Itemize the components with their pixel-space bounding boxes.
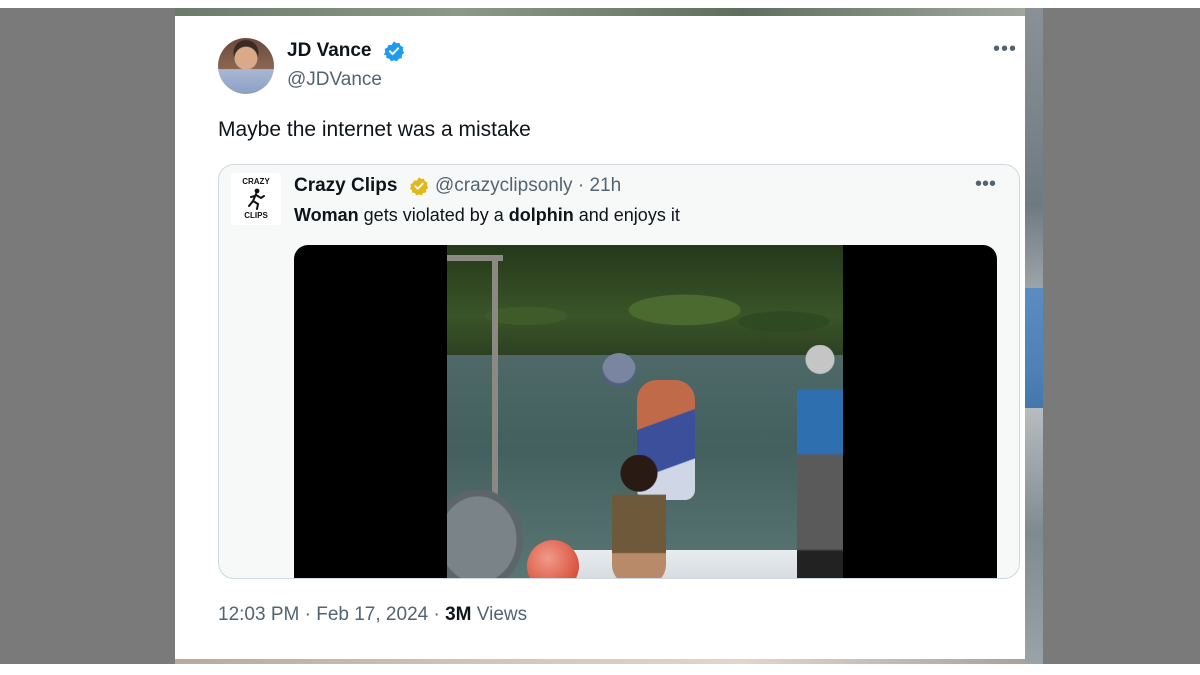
quoted-author-handle[interactable]: @crazyclipsonly · 21h: [435, 175, 621, 197]
video-player[interactable]: [294, 245, 997, 578]
more-options-icon[interactable]: •••: [993, 38, 1017, 61]
author-avatar[interactable]: [218, 38, 274, 94]
quoted-tweet[interactable]: CRAZY CLIPS Crazy Clips @crazyclipsonly …: [218, 164, 1020, 579]
scene-man-head: [602, 353, 636, 387]
quoted-text-part-4: and enjoys it: [573, 205, 680, 225]
quoted-more-options-icon[interactable]: •••: [975, 173, 996, 196]
scene-mangroves: [447, 245, 843, 363]
tweet-date: Feb 17, 2024: [316, 604, 429, 625]
scene-dolphin: [447, 490, 532, 578]
background-top-strip: [175, 8, 1025, 16]
background-right-accent: [1025, 288, 1043, 408]
quoted-author-name[interactable]: Crazy Clips: [294, 175, 397, 197]
verified-badge-icon: [383, 41, 405, 62]
views-count: 3M: [445, 604, 472, 625]
scene-woman: [612, 455, 666, 578]
logo-text-bottom: CLIPS: [244, 211, 268, 220]
crazy-clips-logo[interactable]: CRAZY CLIPS: [231, 173, 281, 225]
scene-pole-arm: [447, 255, 503, 261]
verified-org-badge-icon: [409, 177, 429, 196]
tweet-timestamp[interactable]: 12:03 PM · Feb 17, 2024 · 3M Views: [218, 604, 527, 626]
video-frame: [447, 245, 843, 578]
quoted-text-part-2: gets violated by a: [358, 205, 509, 225]
quoted-text-part-1: Woman: [294, 205, 359, 225]
tweet-card: JD Vance @JDVance ••• Maybe the internet…: [175, 16, 1025, 659]
author-handle[interactable]: @JDVance: [287, 69, 382, 91]
quoted-text-part-3: dolphin: [508, 205, 574, 225]
quoted-tweet-text: Woman gets violated by a dolphin and enj…: [294, 205, 680, 226]
quoted-age: 21h: [589, 175, 622, 196]
running-figure-icon: [248, 188, 265, 210]
scene-pole: [492, 255, 498, 495]
logo-text-top: CRAZY: [242, 177, 270, 186]
tweet-time: 12:03 PM: [218, 604, 300, 625]
views-label: Views: [476, 604, 528, 625]
quoted-handle-text: @crazyclipsonly: [435, 175, 573, 196]
scene-spectator: [797, 345, 843, 578]
author-name[interactable]: JD Vance: [287, 40, 372, 62]
tweet-text: Maybe the internet was a mistake: [218, 118, 531, 141]
